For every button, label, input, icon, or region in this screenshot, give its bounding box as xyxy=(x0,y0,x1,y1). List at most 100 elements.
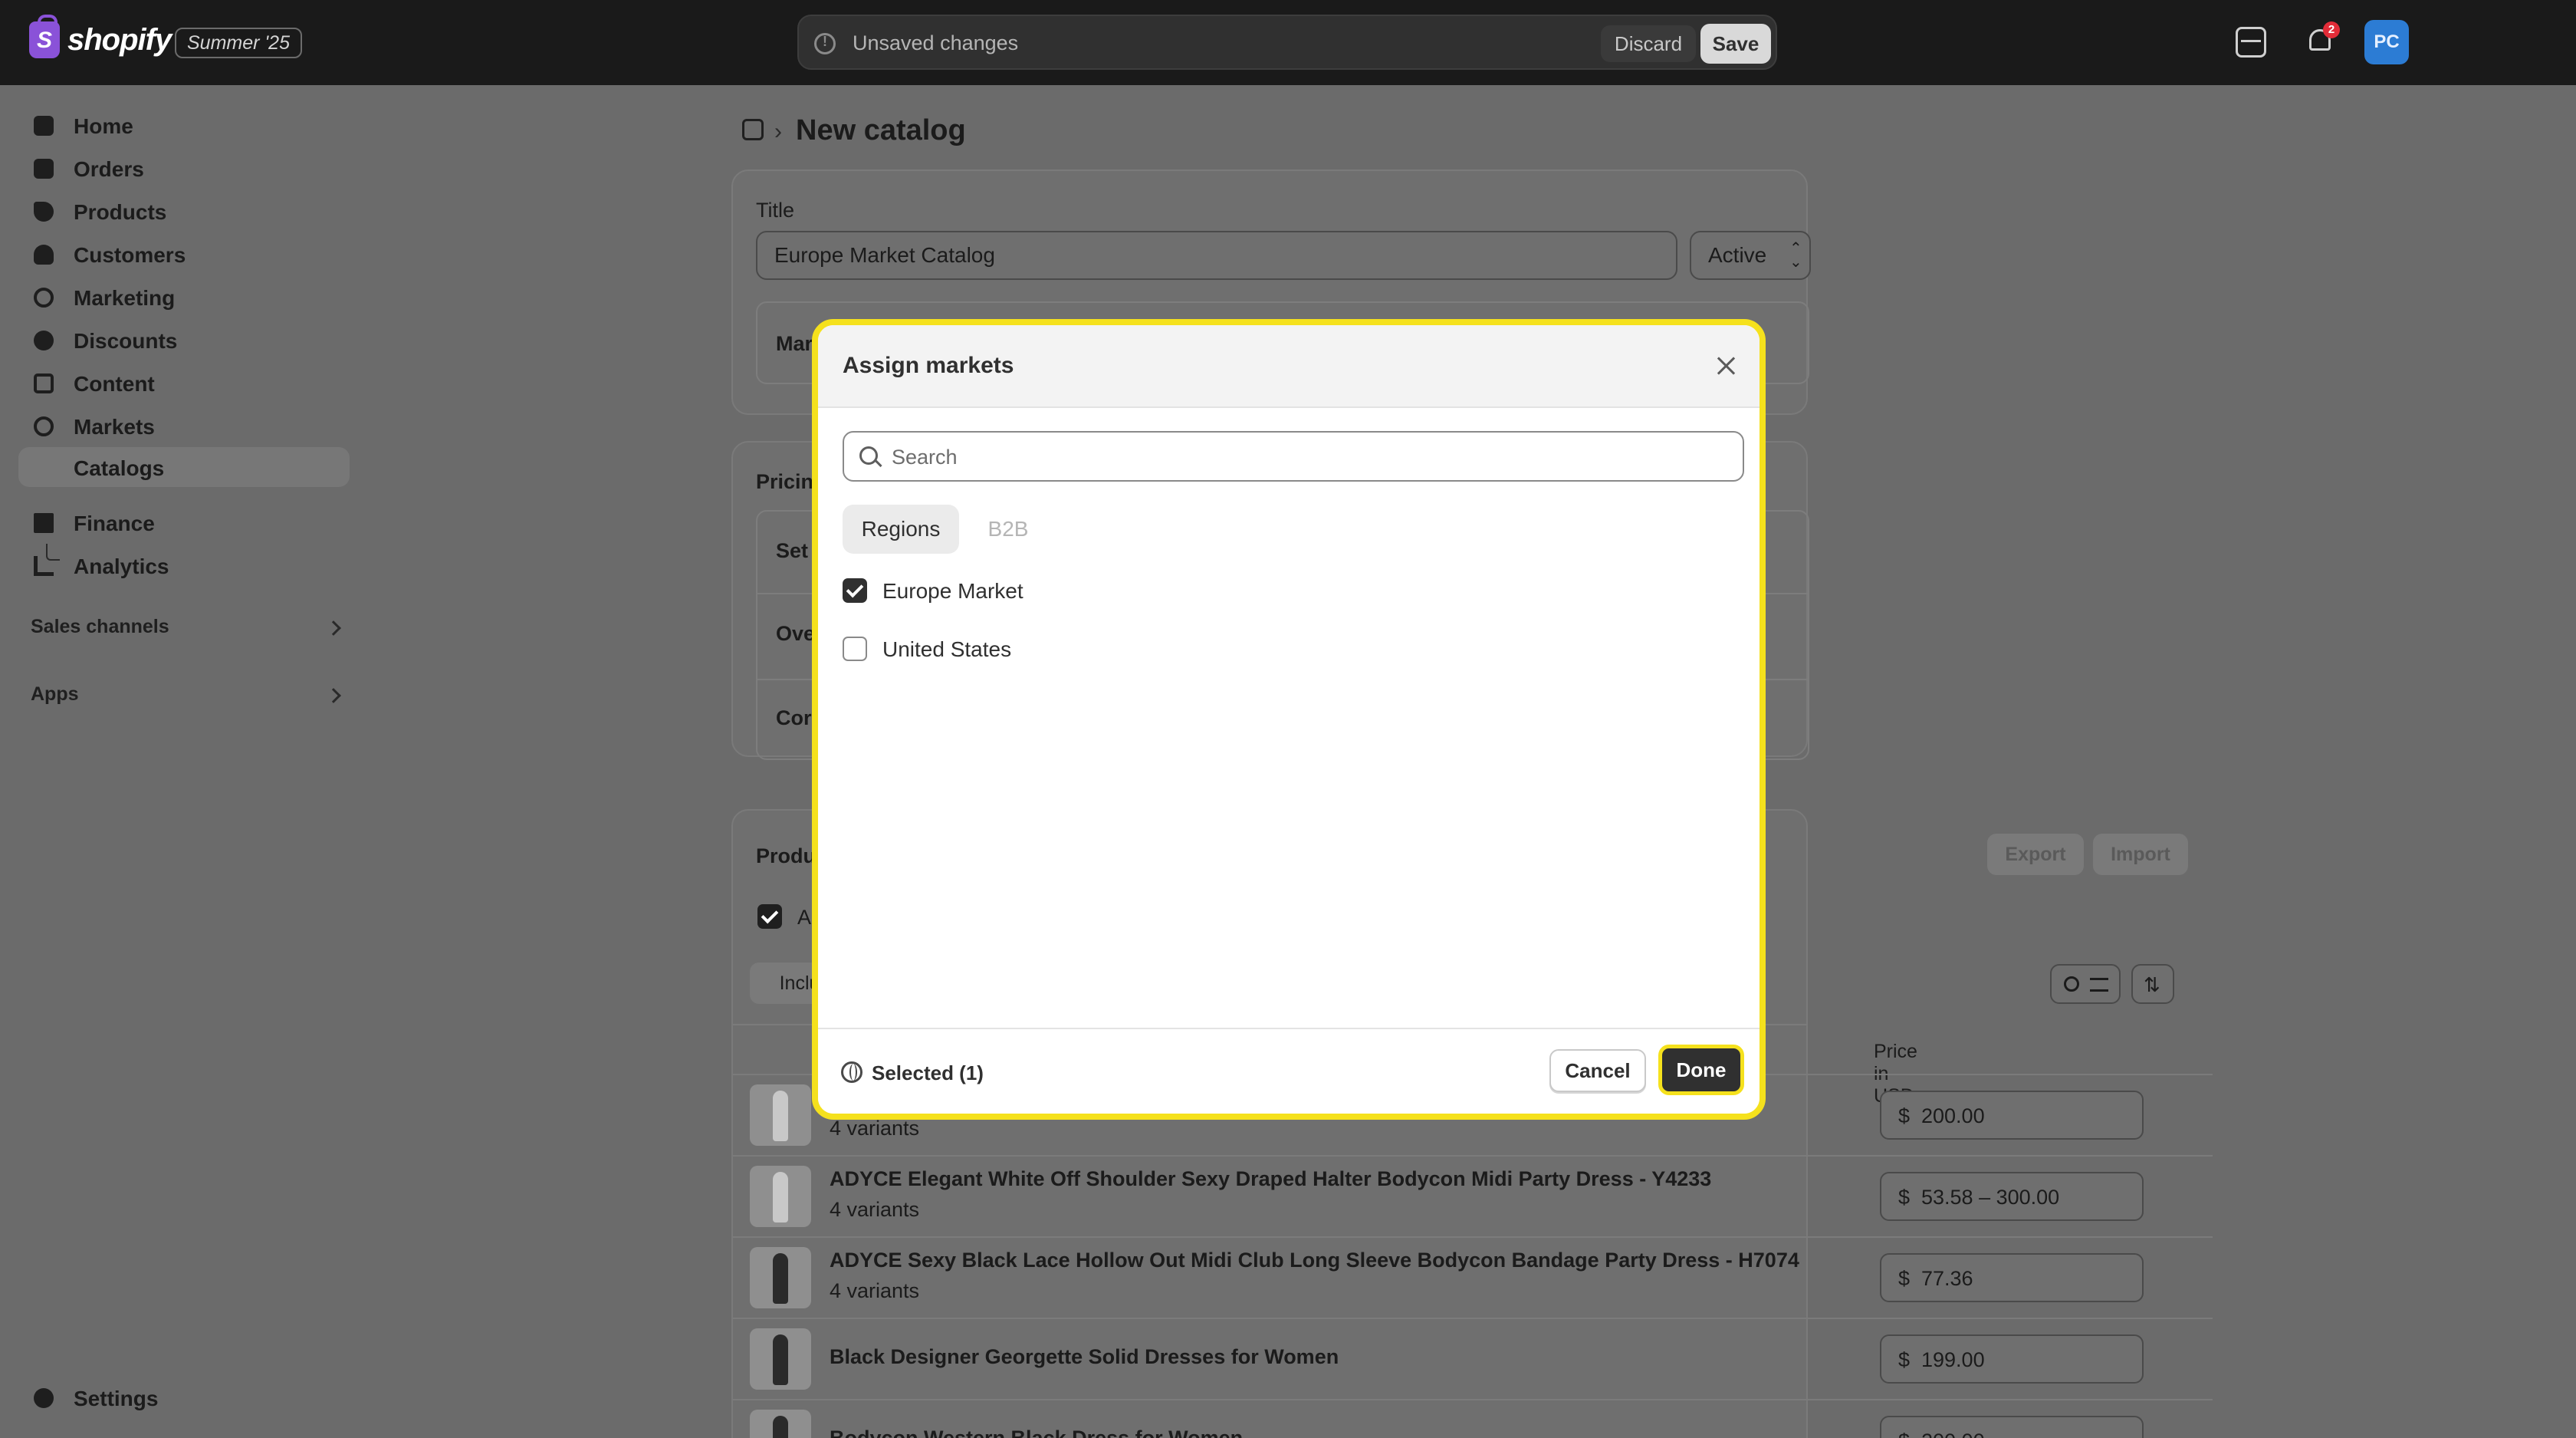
price-value: 200.00 xyxy=(1921,1104,1985,1127)
all-products-label: A xyxy=(797,906,812,929)
sidebar-section-sales-channels[interactable]: Sales channels xyxy=(31,616,169,638)
breadcrumb-separator: › xyxy=(774,119,782,144)
sidebar-item-settings[interactable]: Settings xyxy=(18,1377,350,1417)
pricing-row-label[interactable]: Ove xyxy=(776,622,815,646)
title-input-value: Europe Market Catalog xyxy=(774,243,995,267)
title-input[interactable]: Europe Market Catalog xyxy=(756,231,1677,280)
sidebar-item-discounts[interactable]: Discounts xyxy=(18,320,350,360)
market-option-europe[interactable]: Europe Market xyxy=(843,572,1379,609)
tab-b2b[interactable]: B2B xyxy=(967,505,1050,554)
page-title: New catalog xyxy=(796,114,966,146)
sidebar-item-label: Home xyxy=(74,114,133,138)
product-name[interactable]: Black Designer Georgette Solid Dresses f… xyxy=(830,1345,1339,1369)
product-thumbnail xyxy=(750,1247,811,1308)
search-input[interactable] xyxy=(892,442,1727,472)
import-button[interactable]: Import xyxy=(2093,834,2188,875)
sidebar-item-customers[interactable]: Customers xyxy=(18,234,350,274)
tag-icon xyxy=(34,202,54,222)
product-thumbnail xyxy=(750,1410,811,1438)
table-row[interactable]: Black Designer Georgette Solid Dresses f… xyxy=(733,1318,2213,1399)
selected-count-label: Selected (1) xyxy=(872,1061,984,1084)
product-name[interactable]: Bodycon Western Black Dress for Women xyxy=(830,1426,1243,1438)
sidebar-item-label: Products xyxy=(74,200,167,224)
sidebar-item-label: Customers xyxy=(74,243,186,267)
sidebar: Home Orders Products Customers Marketing… xyxy=(0,85,360,1438)
done-button[interactable]: Done xyxy=(1658,1045,1744,1095)
sidebar-item-label: Discounts xyxy=(74,329,178,353)
sidebar-item-label: Marketing xyxy=(74,286,176,310)
modal-title: Assign markets xyxy=(843,353,1014,378)
catalog-icon[interactable] xyxy=(742,119,764,140)
all-products-checkbox[interactable] xyxy=(757,904,782,929)
table-row[interactable]: ADYCE Sexy Black Lace Hollow Out Midi Cl… xyxy=(733,1236,2213,1318)
sidebar-item-content[interactable]: Content xyxy=(18,363,350,403)
title-label: Title xyxy=(756,199,795,222)
market-option-label: Europe Market xyxy=(882,579,1024,603)
price-input[interactable]: $ 200.00 xyxy=(1880,1416,2144,1438)
sidebar-item-catalogs[interactable]: Catalogs xyxy=(18,447,350,487)
sidebar-item-products[interactable]: Products xyxy=(18,191,350,231)
search-filter-button[interactable] xyxy=(2050,964,2121,1004)
shopify-logo-text[interactable]: shopify xyxy=(67,23,172,58)
home-icon xyxy=(34,116,54,136)
product-name[interactable]: ADYCE Elegant White Off Shoulder Sexy Dr… xyxy=(830,1167,1711,1191)
pricing-row-label[interactable]: Cor xyxy=(776,706,812,730)
status-select[interactable]: Active ⌃ ⌄ xyxy=(1690,231,1811,280)
checkbox-unchecked[interactable] xyxy=(843,637,867,661)
target-icon xyxy=(34,288,54,308)
currency-symbol: $ xyxy=(1898,1104,1911,1127)
table-row[interactable]: ADYCE Elegant White Off Shoulder Sexy Dr… xyxy=(733,1155,2213,1236)
price-input[interactable]: $ 199.00 xyxy=(1880,1334,2144,1384)
notification-count-badge: 2 xyxy=(2323,21,2340,38)
status-select-value: Active xyxy=(1708,243,1767,267)
notifications-button[interactable]: 2 xyxy=(2305,21,2340,57)
search-field[interactable] xyxy=(843,431,1744,482)
globe-icon xyxy=(34,416,54,436)
discard-button[interactable]: Discard xyxy=(1601,25,1696,62)
sidebar-item-markets[interactable]: Markets xyxy=(18,406,350,446)
edition-badge[interactable]: Summer '25 xyxy=(175,28,302,58)
product-name[interactable]: ADYCE Sexy Black Lace Hollow Out Midi Cl… xyxy=(830,1249,1799,1272)
chevron-right-icon[interactable] xyxy=(326,620,341,636)
price-input[interactable]: $ 53.58 – 300.00 xyxy=(1880,1172,2144,1221)
sidebar-item-orders[interactable]: Orders xyxy=(18,148,350,188)
filter-icon xyxy=(2090,978,2108,992)
table-row[interactable]: Bodycon Western Black Dress for Women $ … xyxy=(733,1399,2213,1438)
price-input[interactable]: $ 77.36 xyxy=(1880,1253,2144,1302)
sort-icon: ⇅ xyxy=(2144,973,2160,996)
product-variants: 4 variants xyxy=(830,1117,920,1140)
chevron-right-icon[interactable] xyxy=(326,688,341,703)
price-value: 53.58 – 300.00 xyxy=(1921,1186,2060,1209)
tab-regions[interactable]: Regions xyxy=(843,505,959,554)
sort-button[interactable]: ⇅ xyxy=(2131,964,2174,1004)
inbox-icon[interactable] xyxy=(2236,27,2266,58)
pricing-row-label[interactable]: Set xyxy=(776,539,808,563)
bank-icon xyxy=(34,513,54,533)
select-arrows-icon: ⌃ ⌄ xyxy=(1789,240,1802,271)
sidebar-item-home[interactable]: Home xyxy=(18,105,350,145)
avatar[interactable]: PC xyxy=(2364,20,2409,64)
shopify-bag-icon[interactable]: S xyxy=(29,15,60,58)
product-thumbnail xyxy=(750,1084,811,1146)
close-icon[interactable] xyxy=(1714,353,1740,379)
sidebar-section-apps[interactable]: Apps xyxy=(31,683,79,706)
sidebar-item-analytics[interactable]: Analytics xyxy=(18,545,350,585)
price-input[interactable]: $ 200.00 xyxy=(1880,1091,2144,1140)
discount-icon xyxy=(34,331,54,350)
unsaved-changes-bar: Unsaved changes Discard Save xyxy=(797,15,1777,70)
cancel-button[interactable]: Cancel xyxy=(1549,1049,1646,1092)
product-thumbnail xyxy=(750,1328,811,1390)
sidebar-item-label: Analytics xyxy=(74,554,169,578)
sidebar-item-marketing[interactable]: Marketing xyxy=(18,277,350,317)
search-icon xyxy=(2064,976,2079,992)
market-option-united-states[interactable]: United States xyxy=(843,630,1379,667)
checkbox-checked[interactable] xyxy=(843,578,867,603)
product-variants: 4 variants xyxy=(830,1279,920,1302)
sidebar-item-finance[interactable]: Finance xyxy=(18,502,350,542)
export-button[interactable]: Export xyxy=(1987,834,2084,875)
price-value: 77.36 xyxy=(1921,1267,1973,1290)
sidebar-item-label: Orders xyxy=(74,157,144,181)
save-button[interactable]: Save xyxy=(1700,24,1771,64)
sidebar-item-label: Finance xyxy=(74,512,155,535)
modal-header: Assign markets xyxy=(818,325,1760,408)
